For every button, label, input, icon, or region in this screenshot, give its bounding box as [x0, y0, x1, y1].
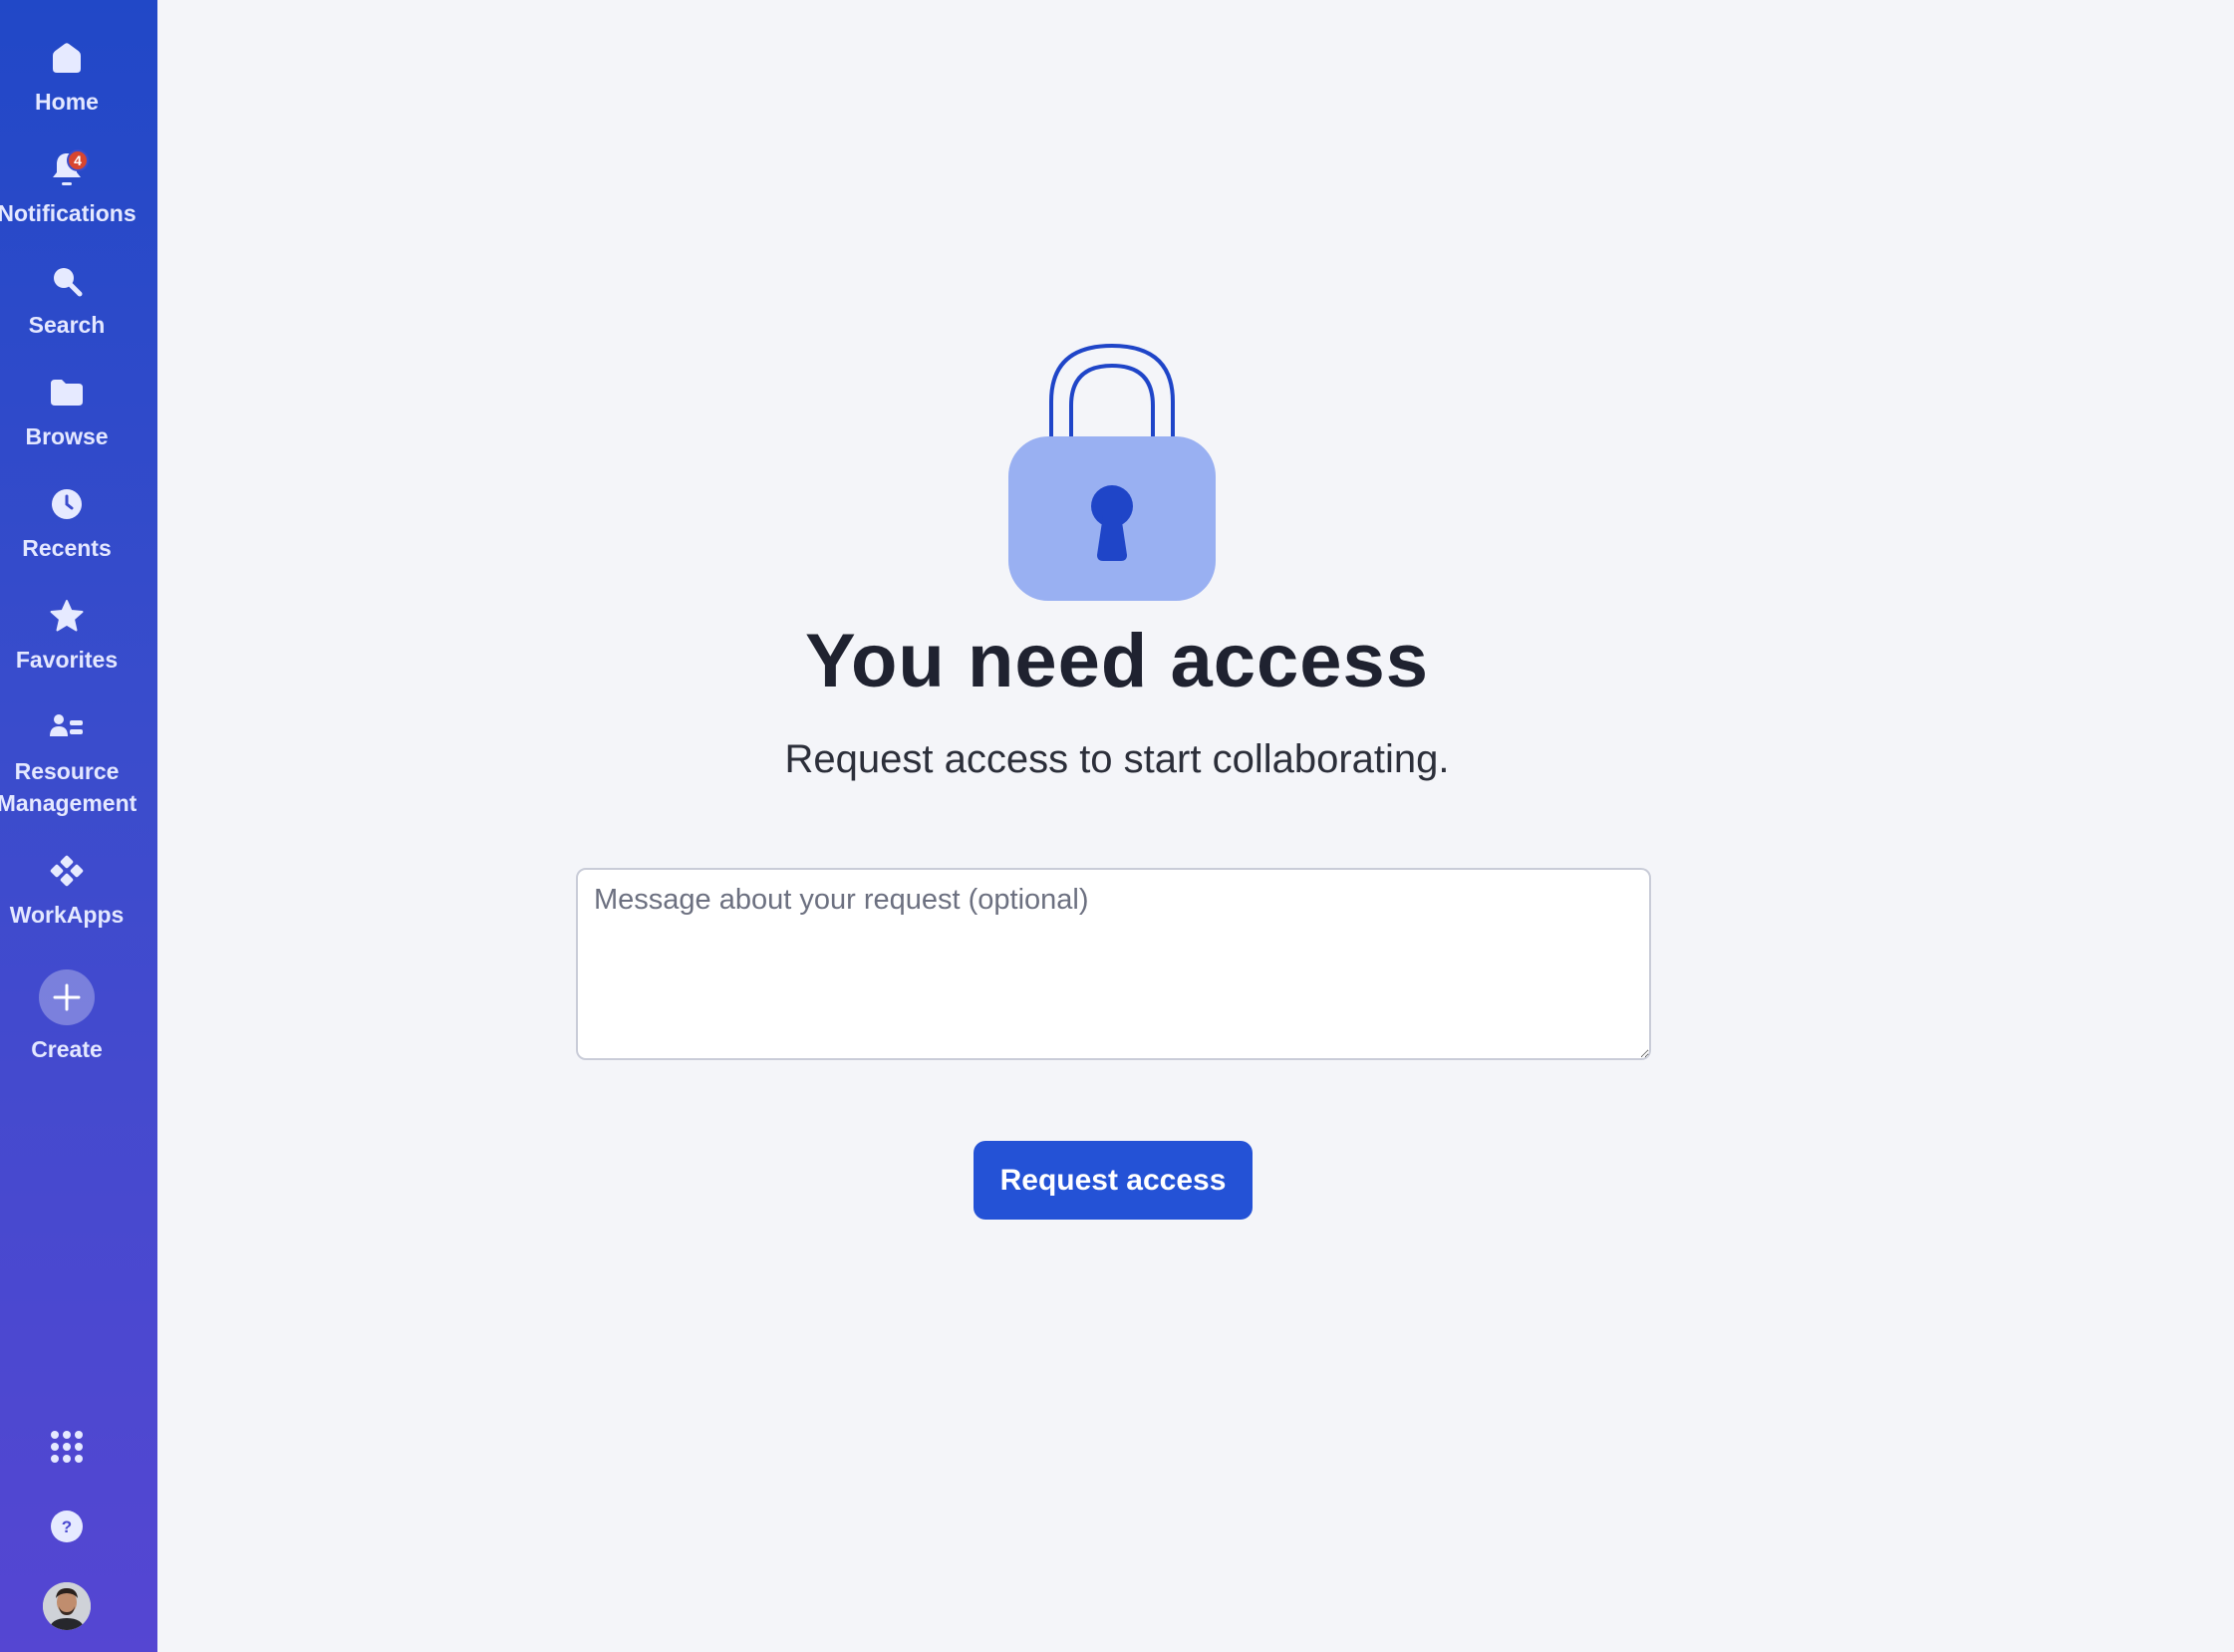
lock-icon — [1006, 343, 1218, 603]
workapps-icon — [47, 851, 87, 891]
sidebar-item-recents[interactable]: Recents — [0, 484, 134, 564]
help-icon[interactable]: ? — [47, 1507, 87, 1546]
search-icon — [47, 261, 87, 301]
sidebar: Home 4 Notifications Search Browse Recen… — [0, 0, 157, 1652]
page-subtitle: Request access to start collaborating. — [784, 737, 1450, 781]
user-avatar[interactable] — [43, 1582, 91, 1630]
sidebar-item-label: WorkApps — [9, 902, 125, 928]
clock-icon — [47, 484, 87, 524]
bell-icon: 4 — [47, 149, 89, 189]
sidebar-item-home[interactable]: Home — [0, 38, 134, 118]
sidebar-item-notifications[interactable]: 4 Notifications — [0, 149, 137, 229]
request-access-button[interactable]: Request access — [974, 1141, 1253, 1220]
sidebar-item-search[interactable]: Search — [0, 261, 134, 341]
sidebar-item-label: Create — [31, 1036, 103, 1062]
sidebar-item-label: Search — [28, 312, 106, 338]
grid-icon[interactable] — [47, 1427, 87, 1467]
request-message-field[interactable] — [576, 868, 1651, 1060]
page-title: You need access — [804, 619, 1430, 703]
help-glyph: ? — [62, 1517, 72, 1536]
sidebar-item-label: Home — [35, 89, 99, 115]
sidebar-item-label: Notifications — [0, 200, 137, 226]
notification-count-badge: 4 — [67, 149, 89, 171]
sidebar-item-browse[interactable]: Browse — [0, 373, 134, 452]
home-icon — [47, 38, 87, 78]
sidebar-item-label: Recents — [22, 535, 112, 561]
sidebar-item-create[interactable]: Create — [0, 969, 134, 1065]
app-window: Home 4 Notifications Search Browse Recen… — [0, 0, 2234, 1652]
plus-icon — [39, 969, 95, 1025]
sidebar-item-label: Browse — [25, 423, 109, 449]
sidebar-item-workapps[interactable]: WorkApps — [0, 851, 134, 931]
folder-icon — [47, 373, 87, 413]
